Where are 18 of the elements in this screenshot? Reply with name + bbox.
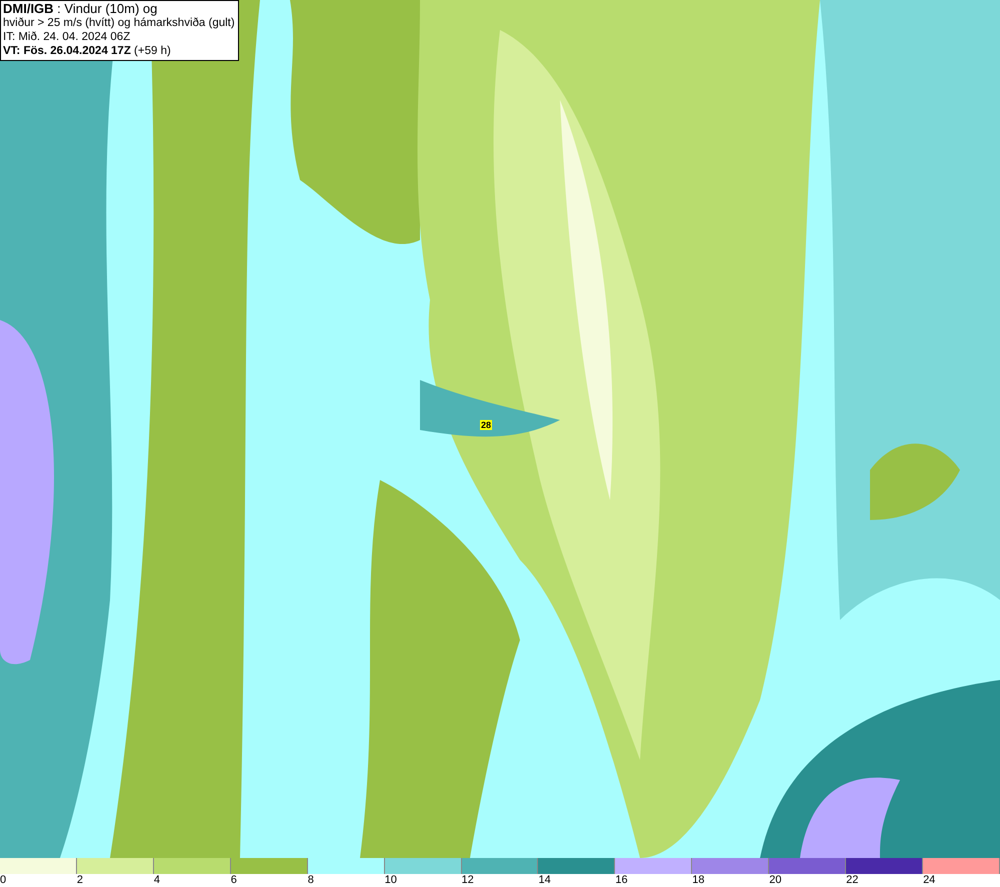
scale-label: 24 — [923, 874, 936, 887]
legend-text: VT: Fös. 26.04.2024 17Z (+59 h) — [3, 44, 172, 58]
scale-label: 10 — [384, 874, 397, 887]
max-gust-label: 28 — [480, 420, 492, 430]
scale-label: 4 — [154, 874, 160, 887]
scale-label: 22 — [846, 874, 858, 887]
scale-label: 20 — [769, 874, 782, 887]
scale-label: 8 — [308, 874, 314, 887]
scale-label: 18 — [692, 874, 705, 887]
scale-label: 14 — [538, 874, 551, 887]
legend-text: IT: Mið. 24. 04. 2024 06Z — [3, 30, 132, 44]
legend-text: DMI/IGB : Vindur (10m) og — [3, 2, 158, 16]
scale-label: 0 — [0, 874, 6, 887]
scale-label: 2 — [76, 874, 84, 887]
scale-label: 12 — [462, 874, 474, 887]
scale-label: 16 — [615, 874, 628, 887]
scale-label: 6 — [230, 874, 237, 887]
legend-text: hviður > 25 m/s (hvítt) og hámarkshviða (gult) — [3, 16, 235, 30]
